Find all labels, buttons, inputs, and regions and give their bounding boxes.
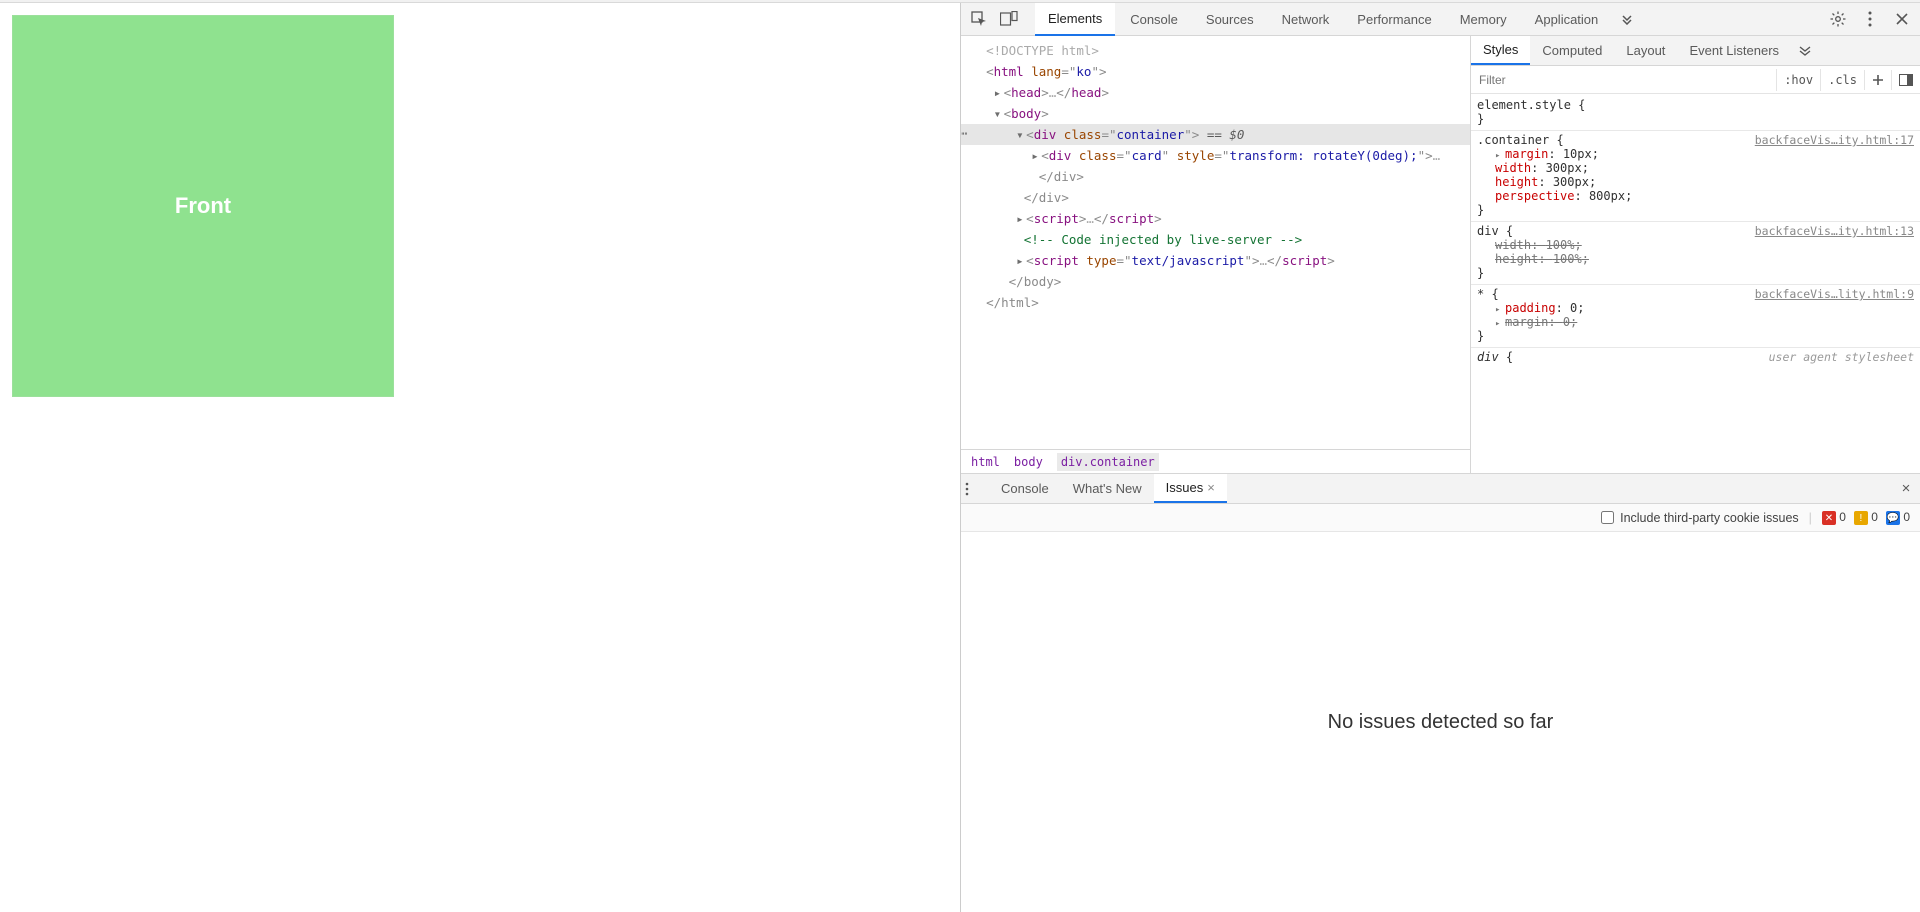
warning-count: ! 0 — [1854, 510, 1878, 526]
issue-counts: ✕ 0 ! 0 💬 0 — [1822, 510, 1910, 526]
crumb-html[interactable]: html — [971, 455, 1000, 469]
tab-memory[interactable]: Memory — [1447, 4, 1520, 35]
card-front[interactable]: Front — [12, 15, 394, 397]
inspect-icon[interactable] — [965, 5, 993, 33]
include-third-party-checkbox[interactable]: Include third-party cookie issues — [1601, 511, 1799, 525]
tab-elements[interactable]: Elements — [1035, 3, 1115, 36]
third-party-label: Include third-party cookie issues — [1620, 511, 1799, 525]
styles-filter-input[interactable] — [1471, 69, 1776, 91]
styles-tab-layout[interactable]: Layout — [1614, 37, 1677, 64]
drawer-tab-issues[interactable]: Issues× — [1154, 474, 1227, 503]
main-layout: Front Elements Console Sources Network P… — [0, 3, 1920, 912]
drawer-menu-icon[interactable] — [965, 482, 989, 496]
tab-performance[interactable]: Performance — [1344, 4, 1444, 35]
drawer-tab-whatsnew[interactable]: What's New — [1061, 475, 1154, 502]
devtools-upper-split: <!DOCTYPE html> <html lang="ko"> ▸<head>… — [961, 36, 1920, 474]
styles-tabbar: Styles Computed Layout Event Listeners — [1471, 36, 1920, 66]
rule-div[interactable]: backfaceVis…ity.html:13 div { width: 100… — [1471, 222, 1920, 285]
drawer-close-icon[interactable]: × — [1892, 480, 1920, 497]
crumb-container[interactable]: div.container — [1057, 453, 1159, 471]
devtools-panel: Elements Console Sources Network Perform… — [960, 3, 1920, 912]
third-party-checkbox-input[interactable] — [1601, 511, 1614, 524]
card-text: Front — [175, 193, 231, 219]
more-tabs-icon[interactable] — [1613, 5, 1641, 33]
ua-label: user agent stylesheet — [1769, 350, 1914, 364]
card-container: Front — [12, 15, 394, 397]
rule-source-link[interactable]: backfaceVis…lity.html:9 — [1755, 287, 1914, 301]
tab-application[interactable]: Application — [1522, 4, 1612, 35]
settings-icon[interactable] — [1824, 5, 1852, 33]
elements-panel: <!DOCTYPE html> <html lang="ko"> ▸<head>… — [961, 36, 1471, 473]
kebab-menu-icon[interactable] — [1856, 5, 1884, 33]
element-style-rule[interactable]: element.style {} — [1471, 96, 1920, 131]
styles-more-icon[interactable] — [1791, 40, 1819, 62]
close-tab-icon[interactable]: × — [1207, 480, 1215, 495]
rule-source-link[interactable]: backfaceVis…ity.html:13 — [1755, 224, 1914, 238]
rule-container[interactable]: backfaceVis…ity.html:17 .container { ▸ma… — [1471, 131, 1920, 222]
new-style-rule-icon[interactable] — [1864, 70, 1891, 90]
error-count: ✕ 0 — [1822, 510, 1846, 526]
cls-button[interactable]: .cls — [1820, 69, 1864, 91]
styles-tab-eventlisteners[interactable]: Event Listeners — [1677, 37, 1791, 64]
styles-tab-styles[interactable]: Styles — [1471, 36, 1530, 65]
breadcrumb: html body div.container — [961, 449, 1470, 473]
device-toolbar-icon[interactable] — [995, 5, 1023, 33]
styles-filter-bar: :hov .cls — [1471, 66, 1920, 94]
styles-rules[interactable]: element.style {} backfaceVis…ity.html:17… — [1471, 94, 1920, 473]
page-viewport: Front — [0, 3, 960, 912]
issues-toolbar: Include third-party cookie issues | ✕ 0 … — [961, 504, 1920, 532]
tab-sources[interactable]: Sources — [1193, 4, 1267, 35]
issues-empty-state: No issues detected so far — [961, 532, 1920, 912]
tab-console[interactable]: Console — [1117, 4, 1191, 35]
selected-node[interactable]: ▾<div class="container"> == $0 — [961, 124, 1470, 145]
drawer-tab-console[interactable]: Console — [989, 475, 1061, 502]
rule-source-link[interactable]: backfaceVis…ity.html:17 — [1755, 133, 1914, 147]
doctype-node: <!DOCTYPE html> — [986, 43, 1099, 58]
hov-button[interactable]: :hov — [1776, 69, 1820, 91]
no-issues-text: No issues detected so far — [1328, 711, 1554, 734]
tab-network[interactable]: Network — [1269, 4, 1343, 35]
crumb-body[interactable]: body — [1014, 455, 1043, 469]
message-count: 💬 0 — [1886, 510, 1910, 526]
styles-panel: Styles Computed Layout Event Listeners :… — [1471, 36, 1920, 473]
rule-ua-div[interactable]: user agent stylesheet div { — [1471, 348, 1920, 368]
toggle-computed-icon[interactable] — [1891, 70, 1920, 90]
styles-tab-computed[interactable]: Computed — [1530, 37, 1614, 64]
devtools-drawer: Console What's New Issues× × Include thi… — [961, 474, 1920, 912]
close-devtools-icon[interactable] — [1888, 5, 1916, 33]
devtools-tabbar: Elements Console Sources Network Perform… — [961, 3, 1920, 36]
dom-tree[interactable]: <!DOCTYPE html> <html lang="ko"> ▸<head>… — [961, 36, 1470, 449]
drawer-tabbar: Console What's New Issues× × — [961, 474, 1920, 504]
rule-star[interactable]: backfaceVis…lity.html:9 * { ▸padding: 0;… — [1471, 285, 1920, 348]
